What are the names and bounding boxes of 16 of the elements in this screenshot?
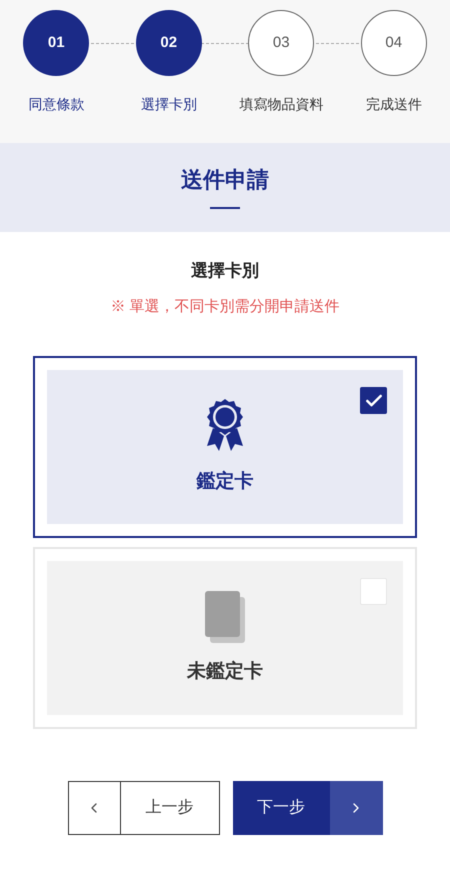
option-label: 鑑定卡: [196, 470, 254, 494]
previous-step-button[interactable]: 上一步: [68, 781, 220, 835]
cards-icon: [203, 590, 247, 644]
section-note: ※ 單選，不同卡別需分開申請送件: [110, 297, 340, 317]
card-type-option[interactable]: 未鑑定卡: [33, 547, 417, 729]
step-label: 選擇卡別: [140, 95, 197, 114]
next-step-button[interactable]: 下一步: [232, 781, 382, 835]
step-label: 同意條款: [28, 95, 84, 114]
option-label: 未鑑定卡: [187, 660, 263, 684]
step-label: 完成送件: [366, 95, 422, 114]
checkbox[interactable]: [360, 387, 387, 414]
card-type-option[interactable]: 鑑定卡: [33, 356, 417, 538]
step-label: 填寫物品資料: [239, 95, 324, 114]
checkbox[interactable]: [360, 578, 387, 605]
page-title: 送件申請: [181, 166, 269, 194]
section-title: 選擇卡別: [191, 260, 259, 282]
